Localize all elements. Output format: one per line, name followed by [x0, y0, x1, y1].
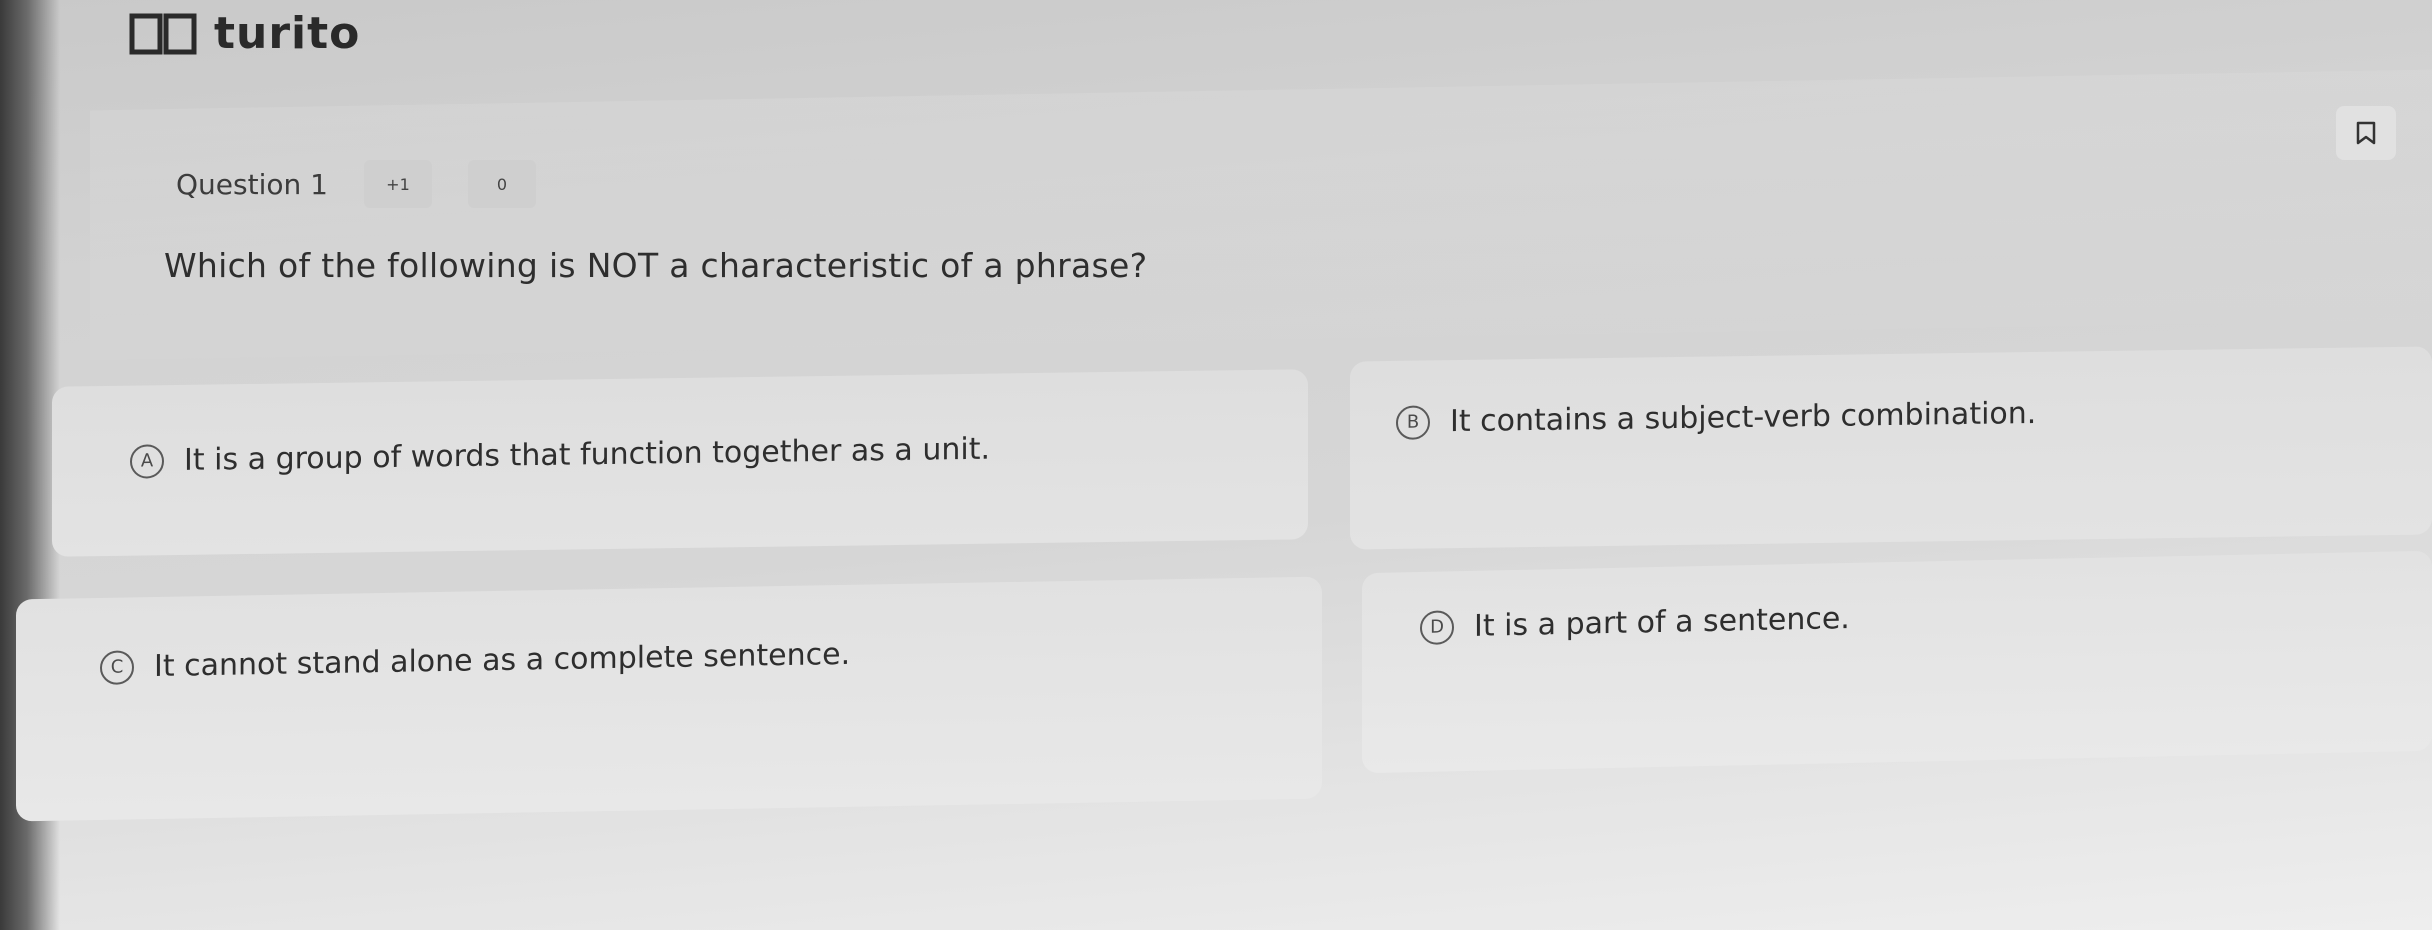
option-a-letter: A: [130, 443, 164, 479]
option-a[interactable]: A It is a group of words that function t…: [52, 369, 1308, 557]
bookmark-icon: [2356, 121, 2376, 145]
negative-marks-badge: 0: [467, 160, 536, 208]
question-number: Question 1: [176, 167, 328, 201]
app-logo[interactable]: turito: [128, 8, 360, 59]
app-header: turito: [0, 0, 2432, 70]
option-b-text: It contains a subject-verb combination.: [1450, 395, 2037, 440]
option-a-text: It is a group of words that function tog…: [184, 431, 990, 478]
book-icon: [129, 13, 197, 54]
question-meta: Question 1 +1 0: [176, 160, 536, 208]
option-d[interactable]: D It is a part of a sentence.: [1362, 550, 2432, 774]
option-d-text: It is a part of a sentence.: [1474, 600, 1850, 644]
option-b-letter: B: [1396, 404, 1430, 440]
question-text: Which of the following is NOT a characte…: [164, 246, 1148, 285]
option-c[interactable]: C It cannot stand alone as a complete se…: [16, 576, 1322, 822]
option-c-letter: C: [100, 649, 134, 685]
option-d-letter: D: [1420, 609, 1454, 645]
positive-marks-badge: +1: [363, 160, 432, 208]
question-panel: [90, 69, 2432, 361]
option-b[interactable]: B It contains a subject-verb combination…: [1350, 346, 2432, 550]
option-c-text: It cannot stand alone as a complete sent…: [154, 636, 851, 684]
bookmark-button[interactable]: [2336, 106, 2396, 160]
app-name: turito: [214, 8, 361, 59]
